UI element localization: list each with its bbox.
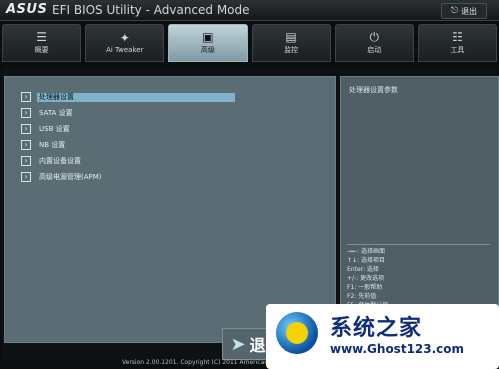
help-panel: 处理器设置参数 →←: 选择画面 ↑↓: 选择项目 Enter: 选择 +/-:… xyxy=(340,76,499,343)
menu-item-apm[interactable]: › 高级电源管理(APM) xyxy=(21,169,235,185)
tab-overview[interactable]: ☰ 概要 xyxy=(2,24,82,62)
key-hint: +/-: 更改选项 xyxy=(347,275,385,282)
menu-item-sata[interactable]: › SATA 设置 xyxy=(21,105,235,121)
help-description: 处理器设置参数 xyxy=(349,86,398,94)
key-hint: →←: 选择画面 xyxy=(347,248,385,255)
chevron-right-icon: › xyxy=(21,140,31,150)
key-hint: ↑↓: 选择项目 xyxy=(347,257,385,264)
menu-item-onboard[interactable]: › 内置设备设置 xyxy=(21,153,235,169)
menu-item-label: 高级电源管理(APM) xyxy=(39,173,102,181)
monitor-icon: ▤ xyxy=(285,30,297,44)
watermark-logo-icon xyxy=(276,312,318,354)
key-hint: Enter: 选择 xyxy=(347,266,379,273)
menu-item-label: SATA 设置 xyxy=(39,109,73,117)
tab-tools[interactable]: ☷ 工具 xyxy=(417,24,498,62)
watermark-title: 系统之家 xyxy=(330,316,423,341)
brand-logo: ASUS xyxy=(6,2,48,17)
chevron-right-icon: › xyxy=(21,124,31,134)
menu-item-label: NB 设置 xyxy=(39,141,66,149)
help-divider xyxy=(347,244,490,245)
main-tabs: ☰ 概要 ✦ Ai Tweaker ▣ 高级 ▤ 监控 ⏻ 启动 ☷ 工具 xyxy=(2,24,498,62)
advanced-icon: ▣ xyxy=(202,30,214,44)
exit-label: 退出 xyxy=(461,6,478,16)
tab-boot[interactable]: ⏻ 启动 xyxy=(334,24,414,62)
settings-panel: › 处理器设置 › SATA 设置 › USB 设置 › NB 设置 › 内置设… xyxy=(4,76,336,343)
arrow-right-icon: ➤ xyxy=(230,333,246,355)
watermark-url: www.Ghost123.com xyxy=(330,342,465,356)
tools-icon: ☷ xyxy=(452,30,463,44)
menu-item-label: 内置设备设置 xyxy=(39,157,81,165)
tweaker-icon: ✦ xyxy=(119,31,130,45)
menu-item-label: 处理器设置 xyxy=(37,92,235,102)
menu-item-usb[interactable]: › USB 设置 xyxy=(21,121,235,137)
exit-button[interactable]: ⎋ 退出 xyxy=(441,3,487,19)
tab-advanced[interactable]: ▣ 高级 xyxy=(168,24,248,62)
title-bar: ASUS EFI BIOS Utility - Advanced Mode ⎋ … xyxy=(0,0,499,21)
menu-item-cpu[interactable]: › 处理器设置 xyxy=(21,89,235,105)
menu-item-nb[interactable]: › NB 设置 xyxy=(21,137,235,153)
app-title: EFI BIOS Utility - Advanced Mode xyxy=(52,3,250,17)
exit-icon: ⎋ xyxy=(450,6,459,16)
power-icon: ⏻ xyxy=(369,30,380,44)
chevron-right-icon: › xyxy=(21,92,31,102)
chevron-right-icon: › xyxy=(21,172,31,182)
tab-monitor[interactable]: ▤ 监控 xyxy=(251,24,331,62)
key-legend: →←: 选择画面 ↑↓: 选择项目 Enter: 选择 +/-: 更改选项 F1… xyxy=(347,247,388,310)
chevron-right-icon: › xyxy=(21,108,31,118)
tab-ai-tweaker[interactable]: ✦ Ai Tweaker xyxy=(85,24,165,62)
menu-item-label: USB 设置 xyxy=(39,125,70,133)
key-hint: F1: 一般帮助 xyxy=(347,284,383,291)
key-hint: F2: 先前值 xyxy=(347,293,377,300)
settings-menu: › 处理器设置 › SATA 设置 › USB 设置 › NB 设置 › 内置设… xyxy=(21,89,235,185)
chevron-right-icon: › xyxy=(21,156,31,166)
back-button-label: 退 xyxy=(249,336,266,355)
list-icon: ☰ xyxy=(36,30,47,44)
watermark: 系统之家 www.Ghost123.com xyxy=(266,304,499,369)
